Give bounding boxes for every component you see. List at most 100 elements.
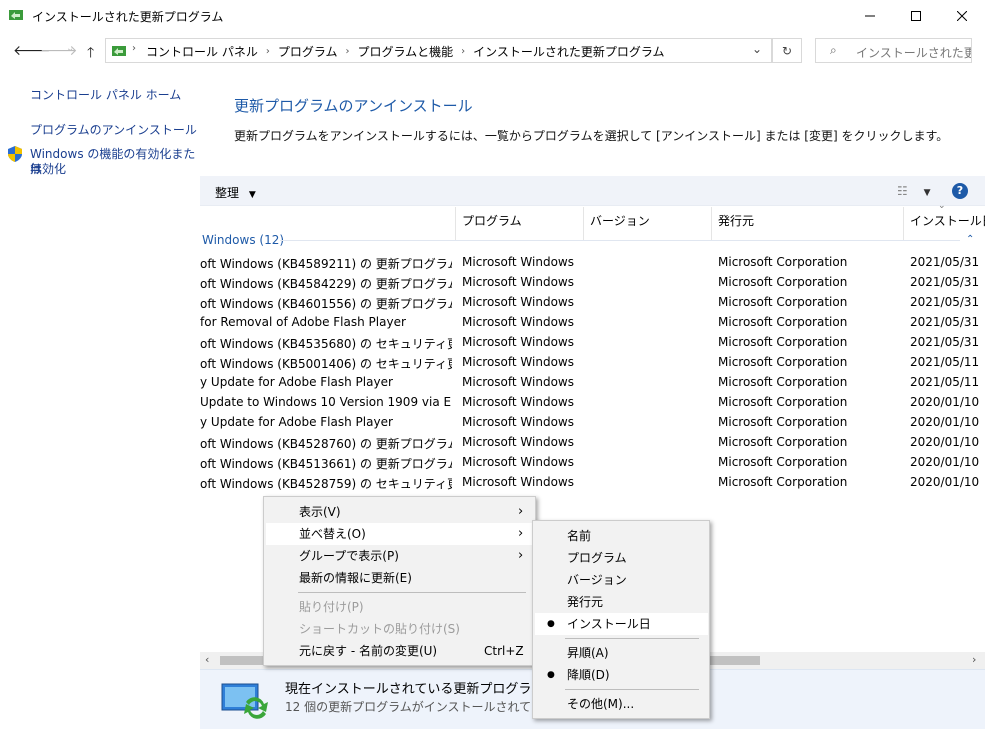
cell-program: Microsoft Windows	[462, 315, 574, 329]
cell-publisher: Microsoft Corporation	[718, 435, 848, 449]
caret-down-icon: ▼	[248, 190, 256, 200]
table-row[interactable]: oft Windows (KB4513661) の 更新プログラム Microso…	[200, 452, 985, 472]
cell-publisher: Microsoft Corporation	[718, 315, 848, 329]
menu-separator	[565, 638, 699, 639]
cell-installed-date: 2021/05/31	[910, 335, 980, 349]
menu-item-undo[interactable]: 元に戻す - 名前の変更(U) Ctrl+Z	[266, 640, 534, 662]
table-row[interactable]: oft Windows (KB4535680) の セキュリティ更新プロ... M…	[200, 332, 985, 352]
cell-publisher: Microsoft Corporation	[718, 375, 848, 389]
column-header-program[interactable]: プログラム	[456, 207, 584, 240]
cell-publisher: Microsoft Corporation	[718, 355, 848, 369]
cell-name: y Update for Adobe Flash Player	[200, 415, 393, 429]
address-dropdown-icon[interactable]: ⌄	[752, 42, 762, 56]
sort-by-publisher[interactable]: 発行元	[535, 591, 708, 613]
column-header-publisher[interactable]: 発行元	[712, 207, 904, 240]
breadcrumb-item[interactable]: プログラム	[278, 43, 338, 60]
table-row[interactable]: oft Windows (KB4528759) の セキュリティ更新プロ... M…	[200, 472, 985, 492]
column-header-version-label: バージョン	[590, 214, 650, 228]
sort-indicator-icon: ⌄	[938, 201, 946, 211]
menu-item-label: グループで表示(P)	[299, 549, 399, 563]
organize-button[interactable]: 整理 ▼	[215, 184, 256, 201]
recent-locations-button[interactable]: ⌄	[66, 43, 74, 54]
menu-item-label: その他(M)...	[567, 697, 635, 711]
change-view-button[interactable]: ☷ ▼	[897, 184, 931, 198]
control-panel-icon	[112, 46, 126, 56]
search-input[interactable]: ⌕ インストールされた更新...	[815, 38, 972, 63]
title-bar: インストールされた更新プログラム	[0, 0, 985, 31]
cell-name: oft Windows (KB4528759) の セキュリティ更新プロ...	[200, 477, 452, 491]
refresh-button[interactable]: ↻	[772, 38, 802, 63]
menu-item-view[interactable]: 表示(V) ›	[266, 501, 534, 523]
menu-item-label: 並べ替え(O)	[299, 527, 366, 541]
cell-program: Microsoft Windows	[462, 335, 574, 349]
breadcrumb-item[interactable]: インストールされた更新プログラム	[473, 43, 664, 60]
minimize-button[interactable]	[847, 0, 893, 31]
table-row[interactable]: oft Windows (KB4584229) の 更新プログラム Microso…	[200, 272, 985, 292]
breadcrumb-item[interactable]: コントロール パネル	[146, 43, 258, 60]
windows-features-link-line2[interactable]: 無効化	[30, 162, 66, 177]
help-button[interactable]: ?	[952, 183, 968, 199]
cell-program: Microsoft Windows	[462, 395, 574, 409]
menu-item-label: プログラム	[567, 551, 627, 565]
table-row[interactable]: oft Windows (KB4601556) の 更新プログラム Microso…	[200, 292, 985, 312]
menu-item-label: 貼り付け(P)	[299, 600, 364, 614]
maximize-button[interactable]	[893, 0, 939, 31]
table-row[interactable]: oft Windows (KB4589211) の 更新プログラム Microso…	[200, 252, 985, 272]
caret-down-icon: ▼	[923, 188, 931, 198]
table-row[interactable]: y Update for Adobe Flash Player Microsoft…	[200, 412, 985, 432]
sort-by-version[interactable]: バージョン	[535, 569, 708, 591]
up-button[interactable]: 🡑	[87, 42, 94, 66]
scroll-left-icon[interactable]: ‹	[205, 653, 209, 666]
help-icon: ?	[956, 184, 964, 197]
cell-publisher: Microsoft Corporation	[718, 475, 848, 489]
table-row[interactable]: oft Windows (KB5001406) の セキュリティ更新プロ... M…	[200, 352, 985, 372]
cell-program: Microsoft Windows	[462, 415, 574, 429]
column-header-version[interactable]: バージョン	[584, 207, 712, 240]
sort-by-program[interactable]: プログラム	[535, 547, 708, 569]
cell-program: Microsoft Windows	[462, 435, 574, 449]
cell-publisher: Microsoft Corporation	[718, 455, 848, 469]
address-bar[interactable]: › コントロール パネル › プログラム › プログラムと機能 › インストール…	[105, 38, 772, 63]
sort-ascending[interactable]: 昇順(A)	[535, 642, 708, 664]
menu-item-sort[interactable]: 並べ替え(O) ›	[266, 523, 534, 545]
table-row[interactable]: Update to Windows 10 Version 1909 via En…	[200, 392, 985, 412]
cell-publisher: Microsoft Corporation	[718, 335, 848, 349]
refresh-icon: ↻	[781, 43, 793, 58]
breadcrumb-item[interactable]: プログラムと機能	[357, 43, 453, 60]
column-header-installed-label: インストール日	[910, 214, 985, 228]
command-bar: 整理 ▼ ☷ ▼ ?	[200, 176, 985, 206]
uninstall-program-link[interactable]: プログラムのアンインストール	[30, 123, 197, 138]
cell-publisher: Microsoft Corporation	[718, 255, 848, 269]
breadcrumb-separator-icon: ›	[265, 46, 270, 57]
menu-item-refresh[interactable]: 最新の情報に更新(E)	[266, 567, 534, 589]
selected-bullet-icon: ●	[547, 670, 555, 680]
menu-item-group[interactable]: グループで表示(P) ›	[266, 545, 534, 567]
table-row[interactable]: oft Windows (KB4528760) の 更新プログラム Microso…	[200, 432, 985, 452]
control-panel-home-link[interactable]: コントロール パネル ホーム	[30, 88, 181, 103]
chevron-down-icon: ⌄	[66, 43, 75, 54]
cell-name: y Update for Adobe Flash Player	[200, 375, 393, 389]
collapse-group-icon[interactable]: ⌃	[966, 234, 974, 245]
group-header[interactable]: Windows (12)	[202, 233, 284, 247]
table-row[interactable]: for Removal of Adobe Flash Player Microso…	[200, 312, 985, 332]
control-panel-update-icon	[9, 10, 23, 20]
sort-more[interactable]: その他(M)...	[535, 693, 708, 715]
page-title: 更新プログラムのアンインストール	[234, 97, 473, 115]
cell-program: Microsoft Windows	[462, 255, 574, 269]
cell-name: oft Windows (KB4589211) の 更新プログラム	[200, 257, 452, 271]
close-button[interactable]	[939, 0, 985, 31]
menu-item-paste-shortcut[interactable]: ショートカットの貼り付け(S)	[266, 618, 534, 640]
sort-by-installed[interactable]: ● インストール日	[535, 613, 708, 635]
cell-installed-date: 2021/05/31	[910, 295, 980, 309]
cell-program: Microsoft Windows	[462, 375, 574, 389]
table-row[interactable]: y Update for Adobe Flash Player Microsoft…	[200, 372, 985, 392]
menu-item-paste[interactable]: 貼り付け(P)	[266, 596, 534, 618]
sort-descending[interactable]: ● 降順(D)	[535, 664, 708, 686]
menu-separator	[298, 592, 526, 593]
maximize-icon	[911, 10, 921, 21]
scroll-right-icon[interactable]: ›	[972, 653, 976, 666]
details-count: 12 個の更新プログラムがインストールされています	[285, 700, 568, 714]
cell-installed-date: 2021/05/31	[910, 275, 980, 289]
sort-by-name[interactable]: 名前	[535, 525, 708, 547]
cell-program: Microsoft Windows	[462, 295, 574, 309]
